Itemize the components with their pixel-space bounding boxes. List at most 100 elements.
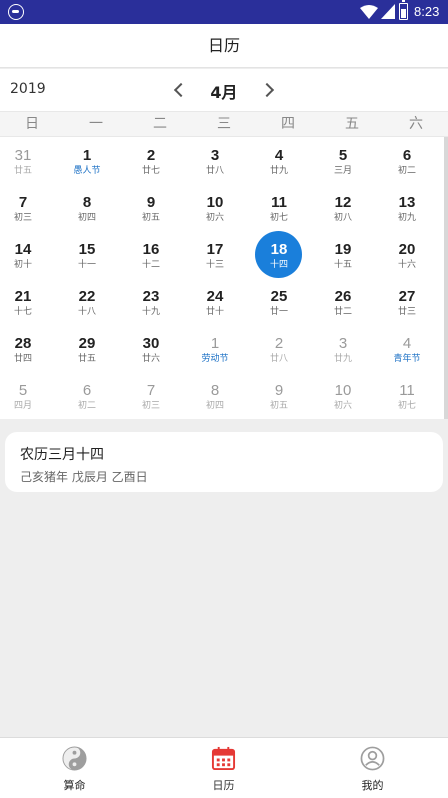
day-number: 24 (206, 288, 224, 305)
calendar-day[interactable]: 23 十九 (119, 278, 183, 325)
calendar-day[interactable]: 5 三月 (311, 137, 375, 184)
month-navigator: 2019 4月 (0, 69, 448, 111)
calendar-day[interactable]: 22 十八 (55, 278, 119, 325)
day-number: 1 (82, 147, 92, 164)
calendar-day[interactable]: 17 十三 (183, 231, 247, 278)
festival-label: 劳动节 (201, 354, 229, 364)
day-number: 21 (14, 288, 32, 305)
lunar-day: 初九 (397, 213, 416, 223)
lunar-day: 初四 (77, 213, 96, 223)
lunar-day: 廿四 (13, 354, 32, 364)
nav-tab-calendar[interactable]: 日历 (149, 738, 298, 798)
calendar-day[interactable]: 1 劳动节 (183, 325, 247, 372)
lunar-day: 十五 (333, 260, 352, 270)
month-label[interactable]: 4月 (198, 79, 250, 103)
calendar-week-row: 14 初十 15 十一 16 十二 17 十三 18 十四 19 十五 20 十六 (0, 231, 444, 278)
lunar-day: 初八 (333, 213, 352, 223)
calendar-day[interactable]: 19 十五 (311, 231, 375, 278)
weekday-label: 日 (25, 116, 39, 132)
lunar-day: 廿三 (397, 307, 416, 317)
app-notification-icon (8, 4, 24, 20)
calendar-day[interactable]: 3 廿九 (311, 325, 375, 372)
calendar-day[interactable]: 9 初五 (247, 372, 311, 419)
lunar-day: 初五 (141, 213, 160, 223)
lunar-day: 初七 (269, 213, 288, 223)
lunar-day: 廿八 (269, 354, 288, 364)
calendar-week-row: 21 十七 22 十八 23 十九 24 廿十 25 廿一 26 廿二 27 廿三 (0, 278, 444, 325)
calendar-day[interactable]: 2 廿八 (247, 325, 311, 372)
day-number: 7 (146, 382, 156, 399)
day-number: 9 (274, 382, 284, 399)
status-bar: 8:23 (0, 0, 448, 24)
day-number: 14 (14, 241, 32, 258)
lunar-day: 初七 (397, 401, 416, 411)
day-number: 4 (274, 147, 284, 164)
calendar-day[interactable]: 1 愚人节 (55, 137, 119, 184)
calendar-day[interactable]: 8 初四 (183, 372, 247, 419)
scrollbar[interactable] (444, 137, 448, 419)
calendar-day[interactable]: 10 初六 (183, 184, 247, 231)
calendar-day[interactable]: 2 廿七 (119, 137, 183, 184)
calendar-day[interactable]: 9 初五 (119, 184, 183, 231)
calendar-day[interactable]: 8 初四 (55, 184, 119, 231)
calendar-day[interactable]: 7 初三 (119, 372, 183, 419)
calendar-day[interactable]: 20 十六 (375, 231, 439, 278)
nav-tab-profile[interactable]: 我的 (298, 738, 447, 798)
calendar-day[interactable]: 4 廿九 (247, 137, 311, 184)
previous-month-button[interactable] (166, 77, 192, 103)
day-number: 9 (146, 194, 156, 211)
calendar-day[interactable]: 31 廿五 (0, 137, 55, 184)
calendar-day[interactable]: 5 四月 (0, 372, 55, 419)
calendar-day[interactable]: 13 初九 (375, 184, 439, 231)
day-number: 27 (398, 288, 416, 305)
calendar-day[interactable]: 15 十一 (55, 231, 119, 278)
lunar-day: 廿一 (269, 307, 288, 317)
calendar-day[interactable]: 14 初十 (0, 231, 55, 278)
lunar-day: 初二 (77, 401, 96, 411)
lunar-day: 十三 (205, 260, 224, 270)
calendar-day[interactable]: 29 廿五 (55, 325, 119, 372)
lunar-day: 十九 (141, 307, 160, 317)
calendar-day[interactable]: 16 十二 (119, 231, 183, 278)
calendar-day[interactable]: 3 廿八 (183, 137, 247, 184)
calendar-day[interactable]: 27 廿三 (375, 278, 439, 325)
day-number: 22 (78, 288, 96, 305)
calendar-day[interactable]: 30 廿六 (119, 325, 183, 372)
calendar-day[interactable]: 28 廿四 (0, 325, 55, 372)
calendar-day[interactable]: 6 初二 (55, 372, 119, 419)
bottom-navigation: 算命 日历 我的 (0, 737, 448, 798)
weekday-label: 三 (217, 116, 231, 132)
calendar-day-selected[interactable]: 18 十四 (247, 231, 311, 278)
calendar-day[interactable]: 7 初三 (0, 184, 55, 231)
nav-tab-fortune[interactable]: 算命 (0, 738, 149, 798)
lunar-day: 初二 (397, 166, 416, 176)
calendar-day[interactable]: 26 廿二 (311, 278, 375, 325)
yin-yang-icon (62, 746, 87, 771)
lunar-day: 廿十 (205, 307, 224, 317)
day-number: 10 (334, 382, 352, 399)
calendar-day[interactable]: 6 初二 (375, 137, 439, 184)
next-month-button[interactable] (256, 77, 282, 103)
day-number: 12 (334, 194, 352, 211)
nav-tab-label: 算命 (63, 779, 86, 792)
lunar-day: 廿五 (13, 166, 32, 176)
calendar-week-row: 7 初三 8 初四 9 初五 10 初六 11 初七 12 初八 13 初九 (0, 184, 444, 231)
calendar-day[interactable]: 12 初八 (311, 184, 375, 231)
calendar-day[interactable]: 4 青年节 (375, 325, 439, 372)
lunar-day: 初六 (333, 401, 352, 411)
day-number: 29 (78, 335, 96, 352)
calendar-week-row: 5 四月 6 初二 7 初三 8 初四 9 初五 10 初六 11 初七 (0, 372, 444, 419)
lunar-day: 初三 (141, 401, 160, 411)
lunar-day: 十八 (77, 307, 96, 317)
calendar-day[interactable]: 24 廿十 (183, 278, 247, 325)
weekday-header: 日一二三四五六 (0, 111, 448, 137)
day-number: 23 (142, 288, 160, 305)
day-number: 5 (338, 147, 348, 164)
calendar-day[interactable]: 11 初七 (375, 372, 439, 419)
day-number: 8 (82, 194, 92, 211)
calendar-day[interactable]: 25 廿一 (247, 278, 311, 325)
calendar-day[interactable]: 10 初六 (311, 372, 375, 419)
calendar-day[interactable]: 11 初七 (247, 184, 311, 231)
calendar-day[interactable]: 21 十七 (0, 278, 55, 325)
calendar-week-row: 28 廿四 29 廿五 30 廿六 1 劳动节 2 廿八 3 廿九 4 青年节 (0, 325, 444, 372)
